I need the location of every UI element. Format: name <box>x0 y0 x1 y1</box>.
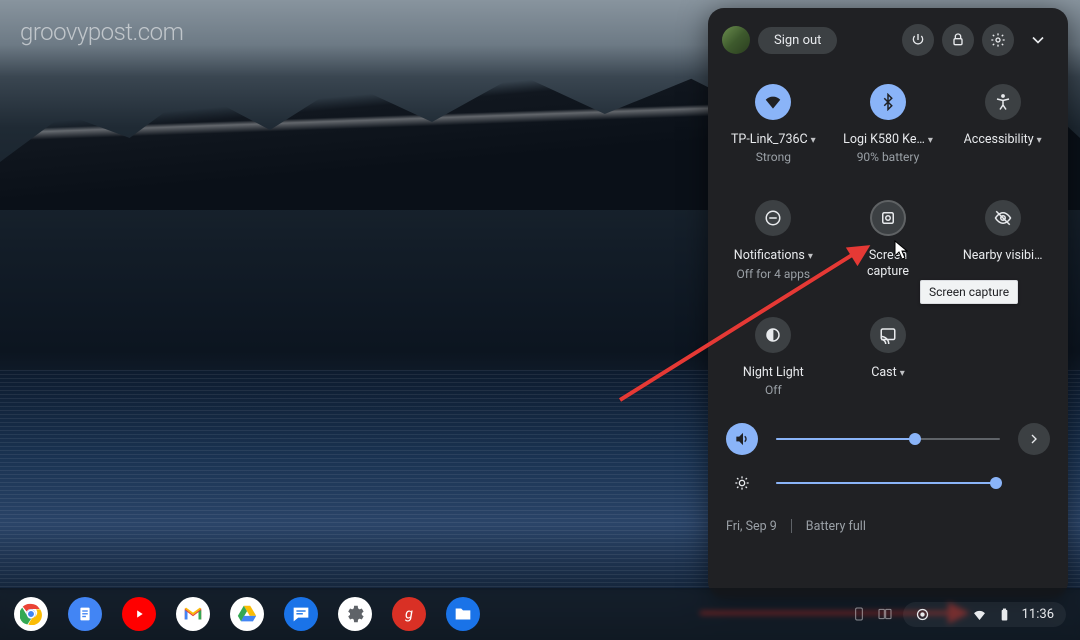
bluetooth-sublabel: 90% battery <box>857 150 920 164</box>
screen-capture-label-2: capture <box>867 264 909 280</box>
nearby-icon-circle <box>985 200 1021 236</box>
chevron-down-icon <box>1028 30 1048 50</box>
collapse-panel-button[interactable] <box>1022 30 1054 50</box>
youtube-app[interactable] <box>122 597 156 631</box>
mouse-cursor <box>894 240 908 260</box>
drive-icon <box>236 603 258 625</box>
visibility-off-icon <box>994 209 1012 227</box>
audio-settings-button[interactable] <box>1018 423 1050 455</box>
gmail-icon <box>182 603 204 625</box>
power-button[interactable] <box>902 24 934 56</box>
volume-icon <box>734 431 750 447</box>
volume-button[interactable] <box>726 423 758 455</box>
bluetooth-icon-circle <box>870 84 906 120</box>
status-notification-icon <box>915 607 930 622</box>
accessibility-icon-circle <box>985 84 1021 120</box>
panel-footer: Fri, Sep 9 Battery full <box>708 505 1068 550</box>
gear-app-icon <box>344 603 366 625</box>
files-app[interactable] <box>446 597 480 631</box>
chrome-icon <box>20 603 42 625</box>
accessibility-label: Accessibility▾ <box>964 132 1042 148</box>
brightness-row <box>726 461 1050 505</box>
night-light-icon <box>764 326 782 344</box>
svg-text:g: g <box>405 605 413 623</box>
wifi-icon <box>764 93 782 111</box>
bluetooth-label: Logi K580 Ke…▾ <box>843 132 933 148</box>
drive-app[interactable] <box>230 597 264 631</box>
cast-icon-circle <box>870 317 906 353</box>
do-not-disturb-icon <box>764 209 782 227</box>
brightness-icon <box>734 475 750 491</box>
user-avatar[interactable] <box>722 26 750 54</box>
shelf-tray-icons <box>851 606 893 622</box>
accessibility-icon <box>994 93 1012 111</box>
messages-icon <box>290 603 312 625</box>
panel-header: Sign out <box>708 18 1068 66</box>
phone-hub-icon[interactable] <box>851 606 867 622</box>
folder-icon <box>452 603 474 625</box>
volume-row <box>726 417 1050 461</box>
bluetooth-icon <box>879 93 897 111</box>
cast-label: Cast▾ <box>871 365 905 381</box>
wifi-label: TP-Link_736C▾ <box>731 132 816 148</box>
dnd-icon-circle <box>755 200 791 236</box>
bluetooth-tile[interactable]: Logi K580 Ke…▾ 90% battery <box>831 72 946 176</box>
sliders-section <box>708 409 1068 505</box>
accessibility-tile[interactable]: Accessibility▾ <box>945 72 1060 176</box>
cast-icon <box>879 326 897 344</box>
night-light-sublabel: Off <box>765 383 782 397</box>
night-light-tile[interactable]: Night Light Off <box>716 305 831 409</box>
wifi-tile[interactable]: TP-Link_736C▾ Strong <box>716 72 831 176</box>
tiles-row-1: TP-Link_736C▾ Strong Logi K580 Ke…▾ 90% … <box>708 66 1068 176</box>
groovypost-app[interactable]: g <box>392 597 426 631</box>
screen-capture-tooltip: Screen capture <box>920 280 1018 304</box>
nearby-label: Nearby visibi… <box>963 248 1043 264</box>
status-clock: 11:36 <box>1022 607 1054 622</box>
capture-icon-circle <box>870 200 906 236</box>
settings-app[interactable] <box>338 597 372 631</box>
wifi-icon-circle <box>755 84 791 120</box>
night-light-icon-circle <box>755 317 791 353</box>
screen-capture-icon <box>879 209 897 227</box>
nearby-visibility-tile[interactable]: Nearby visibi… <box>945 188 1060 292</box>
lock-button[interactable] <box>942 24 974 56</box>
brightness-slider[interactable] <box>776 482 1000 484</box>
sign-out-button[interactable]: Sign out <box>758 27 837 54</box>
power-icon <box>910 32 926 48</box>
gmail-app[interactable] <box>176 597 210 631</box>
battery-text: Battery full <box>806 519 866 534</box>
shelf-pinned-apps: g <box>14 597 480 631</box>
messages-app[interactable] <box>284 597 318 631</box>
notifications-label: Notifications▾ <box>734 248 813 264</box>
volume-slider[interactable] <box>776 438 1000 440</box>
lock-icon <box>950 32 966 48</box>
brightness-button[interactable] <box>726 467 758 499</box>
status-area[interactable]: 11:36 <box>903 602 1066 627</box>
youtube-icon <box>128 603 150 625</box>
tiles-row-3: Night Light Off Cast▾ <box>708 299 1068 409</box>
docs-icon <box>74 603 96 625</box>
tiles-row-2: Notifications▾ Off for 4 apps Screen cap… <box>708 182 1068 292</box>
status-battery-icon <box>997 607 1012 622</box>
gear-icon <box>990 32 1006 48</box>
settings-button[interactable] <box>982 24 1014 56</box>
chevron-right-icon <box>1026 431 1042 447</box>
date-text: Fri, Sep 9 <box>726 519 777 534</box>
night-light-label: Night Light <box>743 365 804 381</box>
screen-capture-tile[interactable]: Screen capture <box>831 188 946 292</box>
docs-app[interactable] <box>68 597 102 631</box>
cast-tile[interactable]: Cast▾ <box>831 305 946 409</box>
chrome-app[interactable] <box>14 597 48 631</box>
status-wifi-icon <box>972 607 987 622</box>
notifications-sublabel: Off for 4 apps <box>737 267 811 281</box>
g-icon: g <box>398 603 420 625</box>
overview-icon[interactable] <box>877 606 893 622</box>
shelf: g 11:36 <box>0 588 1080 640</box>
watermark-text: groovypost.com <box>20 18 183 46</box>
wifi-sublabel: Strong <box>756 150 791 164</box>
